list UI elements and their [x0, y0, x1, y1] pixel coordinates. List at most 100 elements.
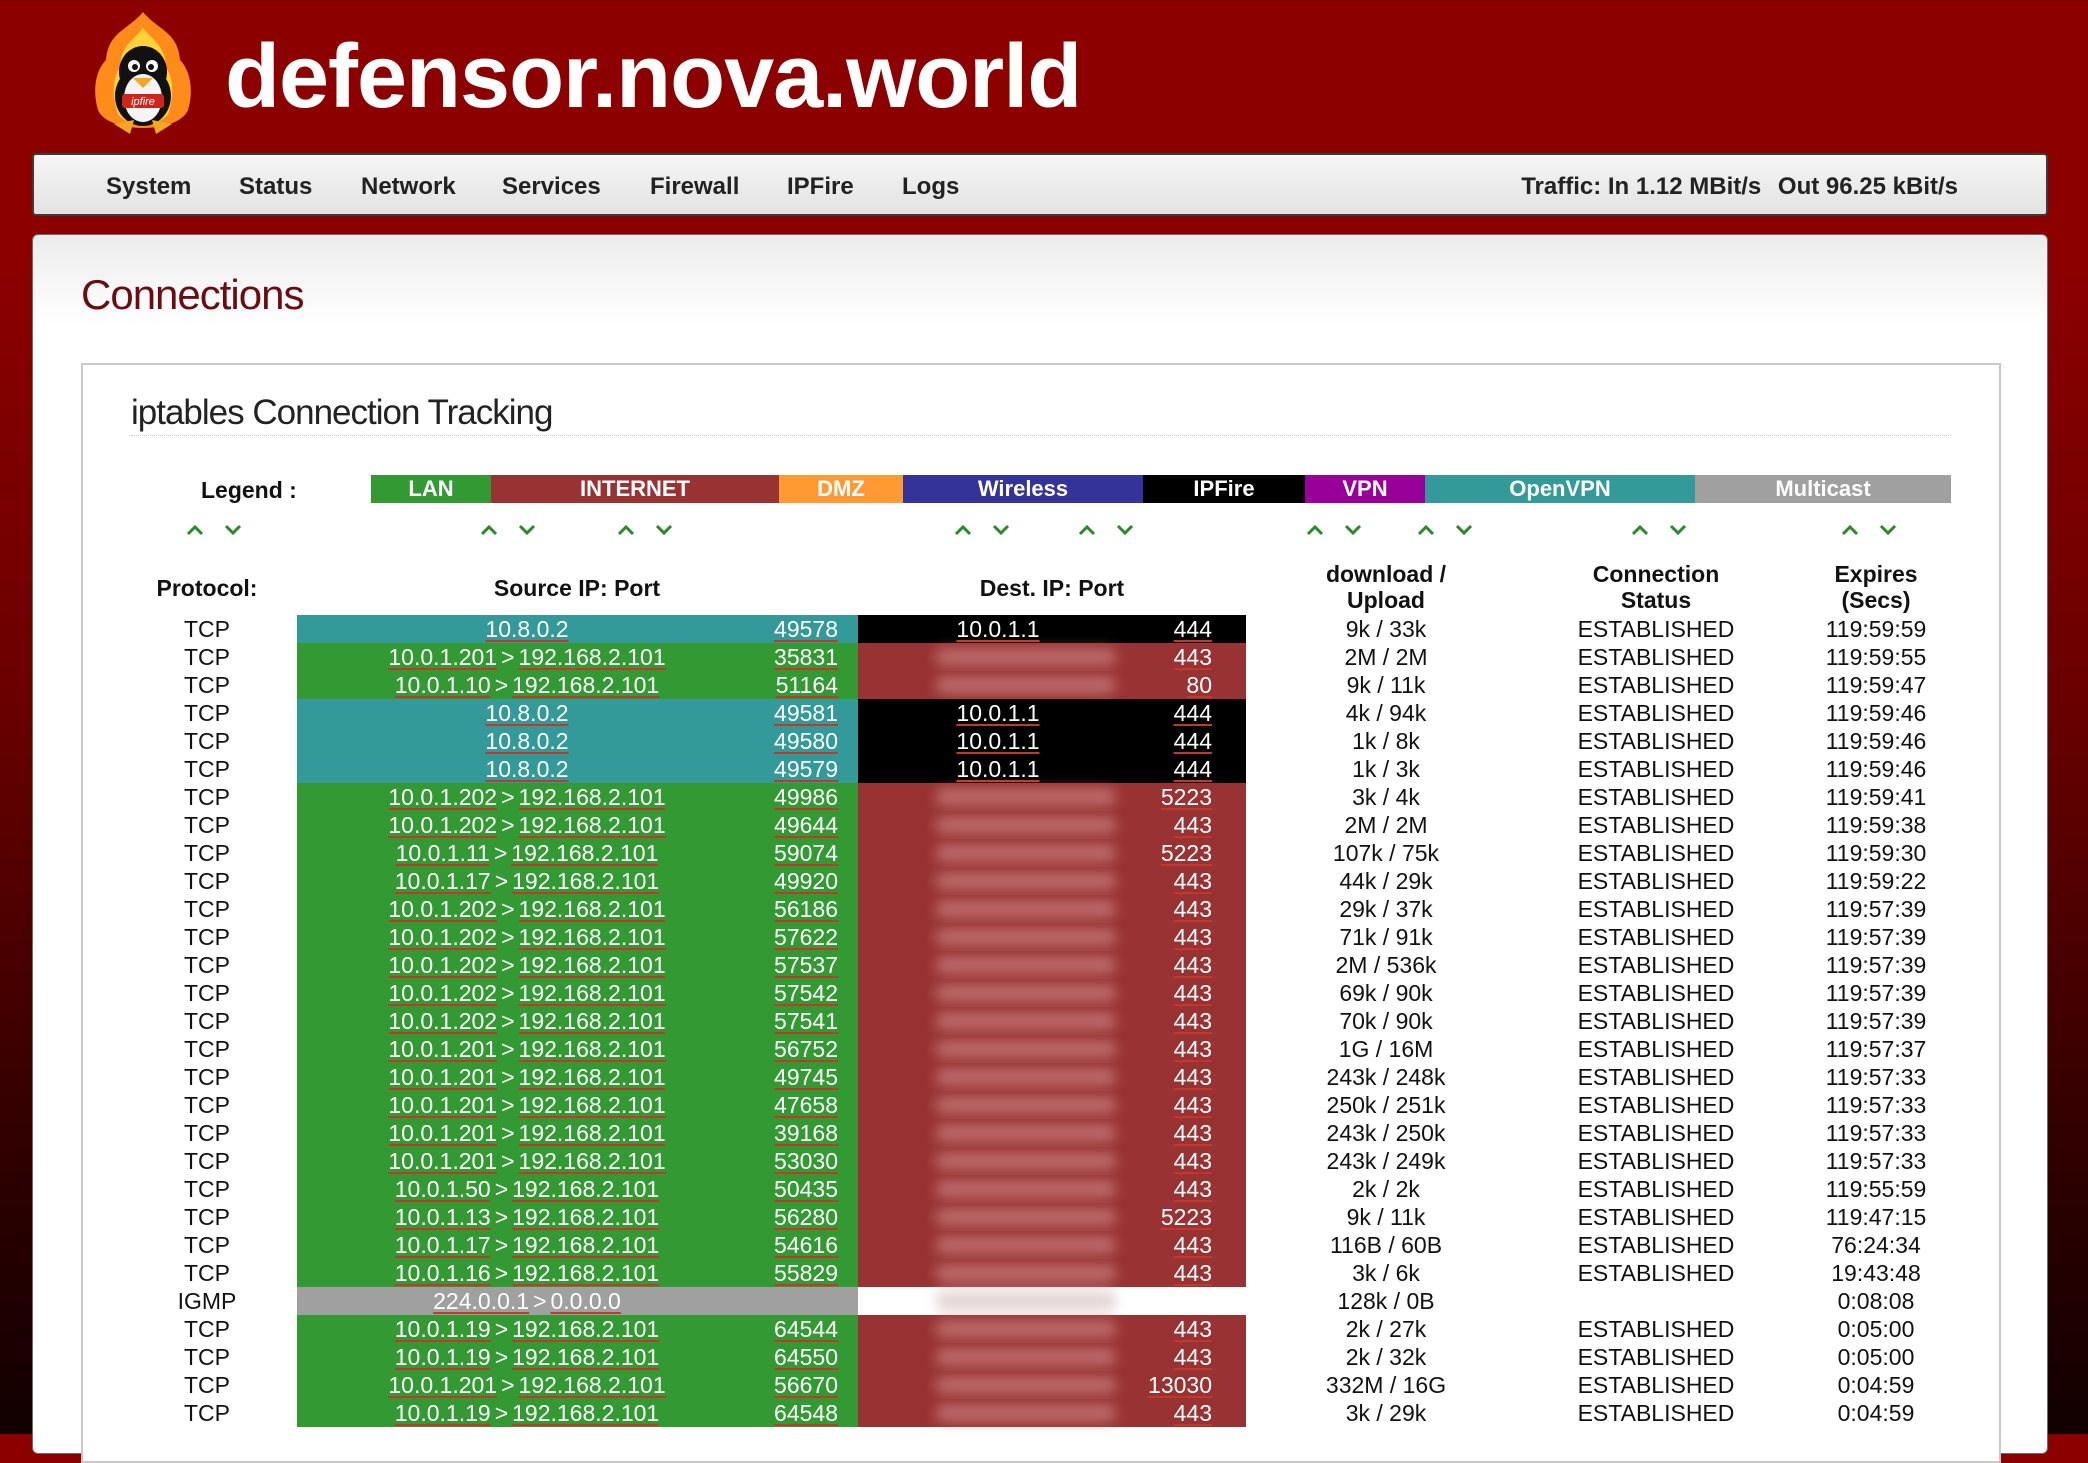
nat-ip-link[interactable]: 192.168.2.101	[519, 1036, 666, 1062]
source-ip-link[interactable]: 10.8.0.2	[485, 756, 568, 782]
dest-ip-link[interactable]: 10.0.1.1	[858, 755, 1138, 783]
nav-services[interactable]: Services	[502, 173, 601, 201]
dest-port-link[interactable]: 443	[1174, 811, 1212, 839]
source-port-link[interactable]: 64548	[774, 1399, 838, 1427]
nat-ip-link[interactable]: 192.168.2.101	[519, 1148, 666, 1174]
sort-desc-icon[interactable]	[1878, 523, 1898, 537]
dest-ip-link[interactable]: 10.0.1.1	[858, 615, 1138, 643]
dest-port-link[interactable]: 443	[1174, 951, 1212, 979]
source-ip-link[interactable]: 10.0.1.201	[388, 1064, 497, 1090]
nat-ip-link[interactable]: 192.168.2.101	[511, 840, 658, 866]
sort-asc-icon[interactable]	[1077, 523, 1097, 537]
sort-desc-icon[interactable]	[991, 523, 1011, 537]
sort-asc-icon[interactable]	[1416, 523, 1436, 537]
source-ip-link[interactable]: 10.0.1.202	[388, 952, 497, 978]
nav-status[interactable]: Status	[239, 173, 312, 201]
source-ip-link[interactable]: 10.8.0.2	[485, 728, 568, 754]
source-port-link[interactable]: 49745	[774, 1063, 838, 1091]
source-ip-link[interactable]: 10.0.1.202	[388, 896, 497, 922]
dest-port-link[interactable]: 443	[1174, 1231, 1212, 1259]
source-port-link[interactable]: 64544	[774, 1315, 838, 1343]
dest-port-link[interactable]: 444	[1174, 727, 1212, 755]
nat-ip-link[interactable]: 192.168.2.101	[519, 784, 666, 810]
source-ip-link[interactable]: 10.0.1.201	[388, 1036, 497, 1062]
nat-ip-link[interactable]: 192.168.2.101	[519, 812, 666, 838]
nat-ip-link[interactable]: 192.168.2.101	[519, 896, 666, 922]
sort-desc-icon[interactable]	[1343, 523, 1363, 537]
source-port-link[interactable]: 54616	[774, 1231, 838, 1259]
source-port-link[interactable]: 49580	[774, 727, 838, 755]
dest-port-link[interactable]: 5223	[1161, 1203, 1212, 1231]
nav-network[interactable]: Network	[361, 173, 456, 201]
dest-port-link[interactable]: 444	[1174, 615, 1212, 643]
source-port-link[interactable]: 64550	[774, 1343, 838, 1371]
source-ip-link[interactable]: 10.0.1.13	[395, 1204, 491, 1230]
source-ip-link[interactable]: 10.0.1.201	[388, 1372, 497, 1398]
source-ip-link[interactable]: 10.0.1.17	[395, 1232, 491, 1258]
source-port-link[interactable]: 49920	[774, 867, 838, 895]
source-port-link[interactable]: 50435	[774, 1175, 838, 1203]
nav-ipfire[interactable]: IPFire	[787, 173, 854, 201]
source-ip-link[interactable]: 10.0.1.201	[388, 1148, 497, 1174]
nat-ip-link[interactable]: 192.168.2.101	[519, 1092, 666, 1118]
dest-port-link[interactable]: 443	[1174, 979, 1212, 1007]
dest-ip-link[interactable]: 10.0.1.1	[858, 727, 1138, 755]
nav-logs[interactable]: Logs	[902, 173, 959, 201]
sort-asc-icon[interactable]	[953, 523, 973, 537]
dest-port-link[interactable]: 443	[1174, 1175, 1212, 1203]
source-ip-link[interactable]: 10.0.1.202	[388, 924, 497, 950]
source-port-link[interactable]: 57541	[774, 1007, 838, 1035]
nat-ip-link[interactable]: 192.168.2.101	[512, 1260, 659, 1286]
sort-desc-icon[interactable]	[1454, 523, 1474, 537]
source-port-link[interactable]: 59074	[774, 839, 838, 867]
dest-port-link[interactable]: 443	[1174, 923, 1212, 951]
nat-ip-link[interactable]: 0.0.0.0	[551, 1288, 621, 1314]
nav-system[interactable]: System	[106, 173, 191, 201]
nat-ip-link[interactable]: 192.168.2.101	[512, 1400, 659, 1426]
source-port-link[interactable]: 56752	[774, 1035, 838, 1063]
source-ip-link[interactable]: 10.0.1.202	[388, 1008, 497, 1034]
dest-port-link[interactable]: 443	[1174, 867, 1212, 895]
source-port-link[interactable]: 49579	[774, 755, 838, 783]
dest-port-link[interactable]: 444	[1174, 699, 1212, 727]
nat-ip-link[interactable]: 192.168.2.101	[519, 1372, 666, 1398]
nat-ip-link[interactable]: 192.168.2.101	[519, 1008, 666, 1034]
dest-port-link[interactable]: 443	[1174, 1343, 1212, 1371]
source-port-link[interactable]: 51164	[776, 671, 838, 699]
nat-ip-link[interactable]: 192.168.2.101	[512, 1232, 659, 1258]
nat-ip-link[interactable]: 192.168.2.101	[512, 1316, 659, 1342]
source-port-link[interactable]: 56186	[774, 895, 838, 923]
source-port-link[interactable]: 57537	[774, 951, 838, 979]
dest-port-link[interactable]: 443	[1174, 895, 1212, 923]
source-ip-link[interactable]: 10.0.1.202	[388, 980, 497, 1006]
source-port-link[interactable]: 56670	[774, 1371, 838, 1399]
dest-port-link[interactable]: 13030	[1148, 1371, 1212, 1399]
sort-asc-icon[interactable]	[1305, 523, 1325, 537]
source-port-link[interactable]: 53030	[774, 1147, 838, 1175]
dest-port-link[interactable]: 80	[1186, 671, 1212, 699]
sort-desc-icon[interactable]	[223, 523, 243, 537]
sort-desc-icon[interactable]	[1115, 523, 1135, 537]
dest-port-link[interactable]: 5223	[1161, 839, 1212, 867]
sort-asc-icon[interactable]	[1840, 523, 1860, 537]
source-ip-link[interactable]: 10.0.1.202	[388, 784, 497, 810]
sort-asc-icon[interactable]	[479, 523, 499, 537]
dest-port-link[interactable]: 443	[1174, 1119, 1212, 1147]
source-port-link[interactable]: 55829	[774, 1259, 838, 1287]
dest-ip-link[interactable]: 10.0.1.1	[858, 699, 1138, 727]
nat-ip-link[interactable]: 192.168.2.101	[512, 1176, 659, 1202]
source-port-link[interactable]: 57622	[774, 923, 838, 951]
source-port-link[interactable]: 49581	[774, 699, 838, 727]
nat-ip-link[interactable]: 192.168.2.101	[519, 924, 666, 950]
source-ip-link[interactable]: 10.0.1.19	[395, 1344, 491, 1370]
source-port-link[interactable]: 47658	[774, 1091, 838, 1119]
sort-asc-icon[interactable]	[616, 523, 636, 537]
source-ip-link[interactable]: 10.8.0.2	[485, 700, 568, 726]
source-port-link[interactable]: 39168	[774, 1119, 838, 1147]
dest-port-link[interactable]: 443	[1174, 643, 1212, 671]
source-port-link[interactable]: 49578	[774, 615, 838, 643]
source-ip-link[interactable]: 224.0.0.1	[433, 1288, 529, 1314]
nat-ip-link[interactable]: 192.168.2.101	[519, 980, 666, 1006]
dest-port-link[interactable]: 443	[1174, 1063, 1212, 1091]
nat-ip-link[interactable]: 192.168.2.101	[512, 672, 659, 698]
